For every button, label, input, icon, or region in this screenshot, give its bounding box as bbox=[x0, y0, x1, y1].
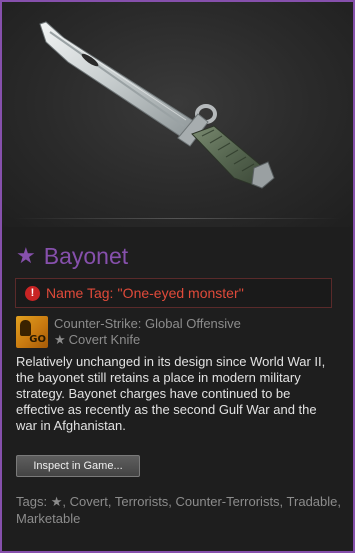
item-card: ★ Bayonet ! Name Tag: ''One-eyed monster… bbox=[0, 0, 355, 553]
game-info: GO Counter-Strike: Global Offensive ★ Cov… bbox=[16, 316, 241, 348]
inspect-in-game-button[interactable]: Inspect in Game... bbox=[16, 455, 140, 477]
item-name: Bayonet bbox=[43, 242, 129, 269]
tags-text: , Covert, Terrorists, Counter-Terrorists… bbox=[16, 494, 341, 526]
item-image-area bbox=[2, 2, 353, 227]
star-icon: ★ bbox=[16, 243, 36, 268]
name-tag-text: Name Tag: ''One-eyed monster'' bbox=[46, 285, 244, 301]
item-title: ★ Bayonet bbox=[16, 240, 128, 272]
tags-label: Tags: bbox=[16, 494, 48, 509]
csgo-icon: GO bbox=[16, 316, 48, 348]
item-type-label: Covert Knife bbox=[68, 332, 141, 347]
knife-image bbox=[39, 21, 275, 189]
alert-icon: ! bbox=[25, 285, 40, 301]
game-name: Counter-Strike: Global Offensive bbox=[54, 316, 241, 331]
item-type: ★ Covert Knife bbox=[54, 332, 241, 348]
image-divider bbox=[14, 218, 341, 219]
star-icon: ★ bbox=[50, 494, 63, 509]
star-icon: ★ bbox=[54, 332, 66, 347]
item-tags: Tags: ★, Covert, Terrorists, Counter-Ter… bbox=[16, 493, 341, 527]
name-tag-box: ! Name Tag: ''One-eyed monster'' bbox=[15, 278, 332, 308]
item-description: Relatively unchanged in its design since… bbox=[16, 354, 326, 433]
